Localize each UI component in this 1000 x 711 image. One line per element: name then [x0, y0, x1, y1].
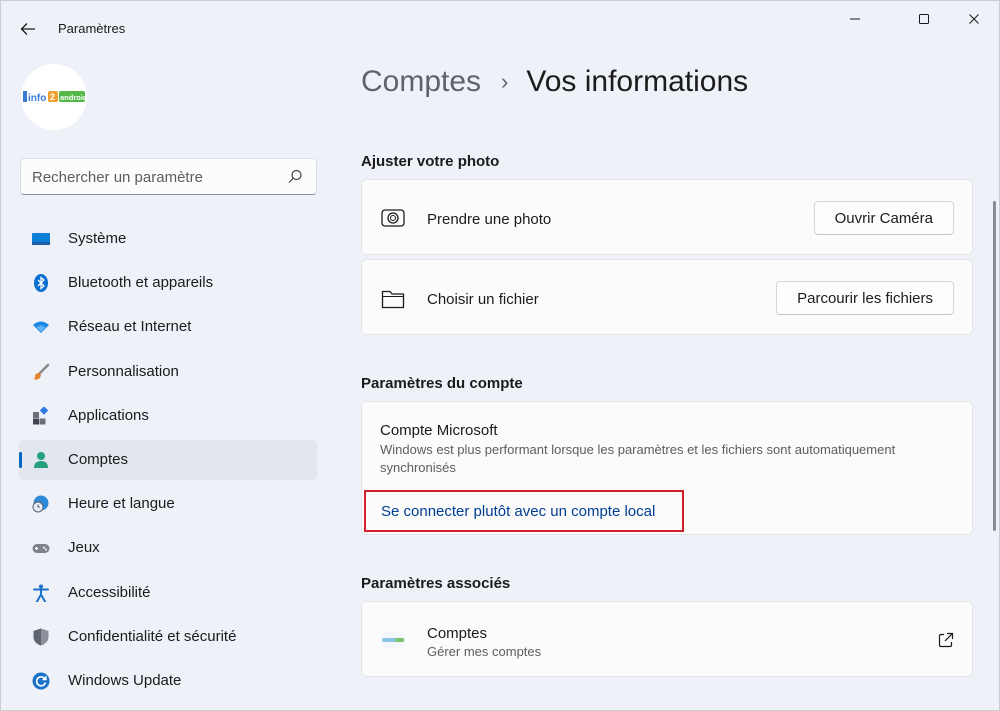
- search-input[interactable]: [32, 167, 282, 187]
- sidebar-item-personnalisation[interactable]: Personnalisation: [19, 352, 317, 392]
- shield-icon: [33, 628, 49, 646]
- page-title: Vos informations: [526, 65, 749, 98]
- gamepad-icon: [32, 544, 50, 554]
- camera-icon: [381, 209, 405, 227]
- title-bar: Paramètres: [1, 1, 1000, 53]
- sidebar-item-reseau[interactable]: Réseau et Internet: [19, 307, 317, 347]
- photo-section-title: Ajuster votre photo: [361, 153, 500, 170]
- apps-icon: [33, 406, 49, 425]
- close-button[interactable]: [951, 5, 997, 33]
- accounts-logo-icon: [379, 631, 407, 649]
- avatar[interactable]: info 2 android: [21, 64, 87, 130]
- brush-icon: [33, 363, 50, 380]
- sidebar-item-confidentialite[interactable]: Confidentialité et sécurité: [19, 617, 317, 657]
- sidebar-item-label: Applications: [68, 406, 149, 424]
- breadcrumb: Comptes › Vos informations: [361, 65, 748, 99]
- sidebar-item-applications[interactable]: Applications: [19, 396, 317, 436]
- microsoft-account-title: Compte Microsoft: [380, 422, 498, 439]
- svg-text:android: android: [60, 93, 85, 102]
- sidebar-item-label: Bluetooth et appareils: [68, 274, 214, 292]
- sidebar-item-label: Confidentialité et sécurité: [68, 627, 237, 645]
- close-icon: [969, 14, 979, 24]
- microsoft-account-card: Compte Microsoft Windows est plus perfor…: [361, 401, 973, 535]
- search-icon[interactable]: [286, 168, 304, 186]
- accounts-related-title: Comptes: [427, 625, 488, 642]
- maximize-icon: [919, 14, 929, 24]
- sidebar-item-heure-langue[interactable]: Heure et langue: [19, 484, 317, 524]
- local-account-link[interactable]: Se connecter plutôt avec un compte local: [364, 490, 684, 532]
- sidebar-nav: Système Bluetooth et appareils Réseau et…: [19, 219, 317, 705]
- maximize-button[interactable]: [901, 5, 947, 33]
- browse-files-button[interactable]: Parcourir les fichiers: [776, 281, 954, 315]
- take-photo-label: Prendre une photo: [427, 211, 552, 228]
- bluetooth-icon: [34, 274, 48, 293]
- sidebar-item-comptes[interactable]: Comptes: [19, 439, 317, 480]
- system-icon: [32, 233, 50, 245]
- info2android-logo: info 2 android: [23, 91, 85, 104]
- choose-file-card: Choisir un fichier Parcourir les fichier…: [361, 259, 973, 335]
- minimize-icon: [850, 18, 860, 20]
- folder-icon: [381, 290, 405, 309]
- update-icon: [32, 672, 50, 690]
- sidebar-item-label: Comptes: [68, 450, 129, 468]
- scrollbar[interactable]: [993, 201, 996, 531]
- related-section-title: Paramètres associés: [361, 575, 511, 592]
- sidebar-item-bluetooth[interactable]: Bluetooth et appareils: [19, 263, 317, 303]
- open-camera-button[interactable]: Ouvrir Caméra: [813, 201, 954, 235]
- accounts-related-subtitle: Gérer mes comptes: [427, 644, 542, 659]
- svg-text:info: info: [28, 93, 46, 104]
- choose-file-label: Choisir un fichier: [427, 291, 539, 308]
- back-arrow-icon: [20, 23, 35, 35]
- svg-text:2: 2: [50, 92, 55, 102]
- globe-clock-icon: [32, 495, 49, 513]
- breadcrumb-parent[interactable]: Comptes: [361, 65, 481, 99]
- wifi-icon: [33, 321, 49, 334]
- microsoft-account-description: Windows est plus performant lorsque les …: [380, 442, 896, 475]
- settings-window: Paramètres info 2 android Rechercher un …: [0, 0, 1000, 711]
- app-title: Paramètres: [58, 21, 126, 36]
- minimize-button[interactable]: [832, 5, 878, 33]
- sidebar-item-label: Personnalisation: [68, 362, 179, 380]
- sidebar-item-label: Jeux: [68, 539, 100, 557]
- sidebar-item-label: Windows Update: [68, 671, 182, 689]
- person-icon: [34, 451, 48, 468]
- sidebar-item-label: Système: [68, 230, 127, 247]
- accessibility-icon: [33, 584, 49, 602]
- sidebar-item-jeux[interactable]: Jeux: [19, 528, 317, 568]
- accounts-related-card[interactable]: Comptes Gérer mes comptes: [361, 601, 973, 677]
- sidebar-item-label: Accessibilité: [68, 583, 151, 601]
- sidebar-item-label: Heure et langue: [68, 495, 175, 513]
- take-photo-card: Prendre une photo Ouvrir Caméra: [361, 179, 973, 255]
- sidebar-item-label: Réseau et Internet: [68, 318, 192, 336]
- sidebar-item-accessibilite[interactable]: Accessibilité: [19, 573, 317, 613]
- breadcrumb-separator: ›: [501, 69, 509, 94]
- back-button[interactable]: [13, 15, 43, 43]
- sidebar-item-windows-update[interactable]: Windows Update: [19, 661, 317, 701]
- sidebar-item-systeme[interactable]: Système: [19, 219, 317, 259]
- account-section-title: Paramètres du compte: [361, 375, 523, 392]
- external-link-icon[interactable]: [938, 632, 954, 648]
- search-box[interactable]: [20, 158, 317, 195]
